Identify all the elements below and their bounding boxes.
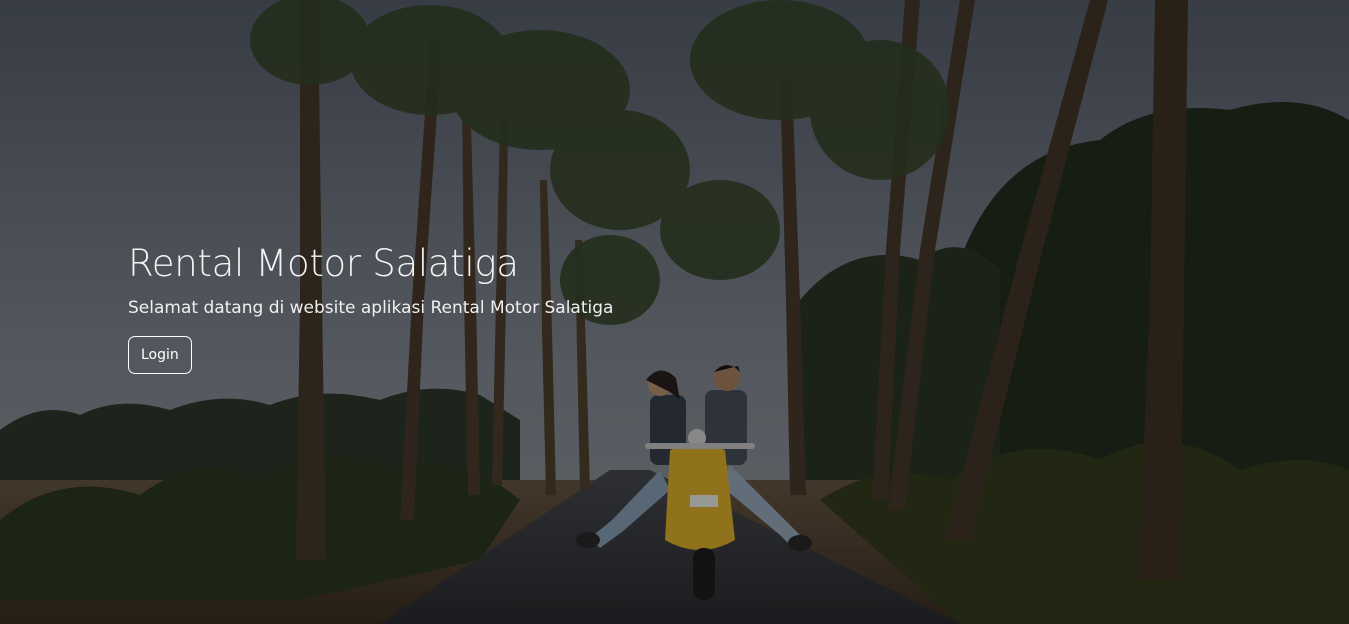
hero-section: Rental Motor Salatiga Selamat datang di … [0,0,1349,624]
hero-content: Rental Motor Salatiga Selamat datang di … [128,240,613,374]
login-button[interactable]: Login [128,336,192,374]
page-title: Rental Motor Salatiga [128,242,519,285]
hero-subtitle: Selamat datang di website aplikasi Renta… [128,298,614,318]
